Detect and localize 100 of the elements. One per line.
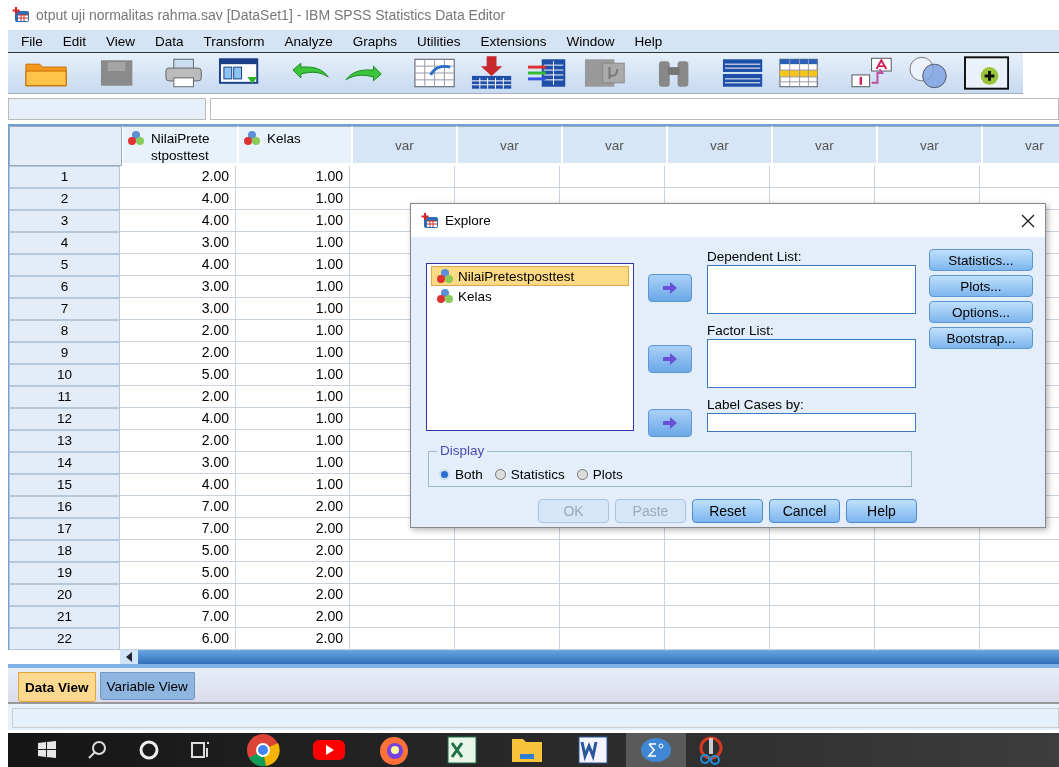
row-number[interactable]: 7 [9,298,120,320]
option-button[interactable]: Plots... [929,275,1033,297]
option-button[interactable]: Options... [929,301,1033,323]
row-number[interactable]: 6 [9,276,120,298]
row-number[interactable]: 2 [9,188,120,210]
empty-cell[interactable] [560,606,665,628]
circle-icon[interactable] [137,739,160,761]
view-tab[interactable]: Data View [18,672,96,702]
row-number[interactable]: 12 [9,408,120,430]
empty-cell[interactable] [770,584,875,606]
empty-cell[interactable] [560,166,665,188]
empty-column-header[interactable]: var [982,126,1059,164]
empty-column-header[interactable]: var [772,126,877,164]
empty-column-header[interactable]: var [352,126,457,164]
option-button[interactable]: Bootstrap... [929,327,1033,349]
menu-item[interactable]: Data [148,33,197,49]
variable-list-item[interactable]: NilaiPretestposttest [431,266,629,286]
printer-icon[interactable] [164,58,204,88]
radio-icon[interactable] [576,468,588,480]
row-number[interactable]: 22 [9,628,120,650]
display-radio[interactable]: Statistics [494,466,565,482]
move-arrow-button[interactable] [648,345,692,373]
row-number[interactable]: 16 [9,496,120,518]
label-cases-field[interactable] [707,413,916,432]
empty-cell[interactable] [770,166,875,188]
empty-cell[interactable] [665,540,770,562]
menu-item[interactable]: Edit [55,33,100,49]
empty-cell[interactable] [455,584,560,606]
close-icon[interactable] [1021,213,1035,228]
dialog-button[interactable]: Reset [692,499,763,523]
play-button-icon[interactable] [312,738,346,762]
display-radio[interactable]: Both [439,466,483,482]
empty-cell[interactable] [665,166,770,188]
empty-cell[interactable] [350,606,455,628]
row-number[interactable]: 21 [9,606,120,628]
variable-column-header[interactable]: NilaiPretestposttest [122,126,238,164]
empty-cell[interactable] [560,584,665,606]
sigma-alpha-icon[interactable] [640,737,672,763]
target-list-box[interactable] [707,265,916,314]
dialog-button[interactable]: Help [846,499,917,523]
option-button[interactable]: Statistics... [929,249,1033,271]
dialog-button[interactable]: Cancel [769,499,840,523]
view-tab[interactable]: Variable View [99,672,195,700]
empty-cell[interactable] [350,540,455,562]
cell-name-field[interactable] [8,98,206,120]
cell-value-field[interactable] [210,98,1059,120]
empty-cell[interactable] [455,166,560,188]
download-arrow-table-icon[interactable] [470,56,514,90]
row-number[interactable]: 9 [9,342,120,364]
row-number[interactable]: 20 [9,584,120,606]
document-icon[interactable] [576,735,609,765]
scroll-left-arrow-icon[interactable] [125,652,133,662]
empty-column-header[interactable]: var [877,126,982,164]
row-number[interactable]: 4 [9,232,120,254]
empty-cell[interactable] [875,540,980,562]
variable-list[interactable]: NilaiPretestposttest Kelas [426,263,634,431]
row-number[interactable]: 5 [9,254,120,276]
row-number[interactable]: 11 [9,386,120,408]
empty-column-header[interactable]: var [667,126,772,164]
menu-item[interactable]: Transform [196,33,278,49]
grid-corner[interactable] [9,126,122,166]
chrome-icon[interactable] [246,733,280,767]
empty-cell[interactable] [875,166,980,188]
folder-icon[interactable] [509,736,544,764]
target-list-box[interactable] [707,339,916,388]
spreadsheet-icon[interactable] [445,735,478,765]
menu-item[interactable]: Utilities [409,33,474,49]
table-mu-icon[interactable] [582,57,626,89]
empty-cell[interactable] [875,606,980,628]
empty-cell[interactable] [350,584,455,606]
empty-column-header[interactable]: var [562,126,667,164]
row-number[interactable]: 3 [9,210,120,232]
row-number[interactable]: 15 [9,474,120,496]
row-number[interactable]: 14 [9,452,120,474]
horizontal-scrollbar[interactable] [120,650,1059,664]
row-number[interactable]: 17 [9,518,120,540]
value-labels-icon[interactable] [849,57,893,89]
menu-item[interactable]: Extensions [473,33,560,49]
move-arrow-button[interactable] [648,409,692,437]
table-arrow-icon[interactable] [413,57,457,89]
empty-cell[interactable] [875,584,980,606]
search-icon[interactable] [87,740,107,760]
empty-cell[interactable] [560,540,665,562]
variable-list-item[interactable]: Kelas [431,286,629,306]
row-number[interactable]: 10 [9,364,120,386]
overlapping-circles-icon[interactable] [906,56,950,90]
menu-item[interactable]: File [14,33,56,49]
menu-item[interactable]: Window [559,33,628,49]
move-arrow-button[interactable] [648,274,692,302]
highlighted-table-icon[interactable] [778,57,820,89]
row-number[interactable]: 8 [9,320,120,342]
radio-icon[interactable] [494,468,506,480]
menu-item[interactable]: Help [627,33,676,49]
windows-icon[interactable] [37,740,57,760]
display-radio[interactable]: Plots [576,466,623,482]
variable-column-header[interactable]: Kelas [238,126,352,164]
empty-cell[interactable] [665,562,770,584]
empty-cell[interactable] [665,606,770,628]
empty-cell[interactable] [770,540,875,562]
empty-column-header[interactable]: var [457,126,562,164]
